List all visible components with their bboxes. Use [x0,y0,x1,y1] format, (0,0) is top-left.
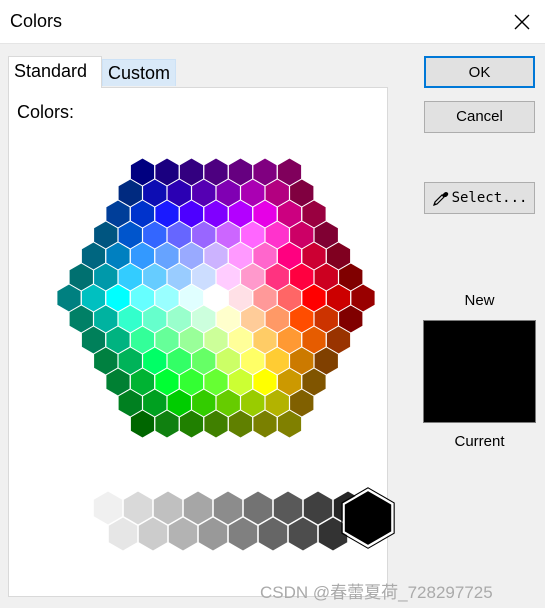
eyedropper-icon [432,192,448,206]
cancel-button[interactable]: Cancel [424,101,535,133]
window-title: Colors [10,11,63,31]
colors-label: Colors: [17,102,75,122]
new-label: New [464,292,495,309]
watermark: CSDN @春蕾夏荷_728297725 [260,583,493,602]
close-button[interactable] [499,0,545,44]
select-button-label: Select... [451,190,528,206]
tab-custom[interactable]: Custom [102,59,176,86]
close-icon [514,14,530,30]
title-bar: Colors [0,0,545,44]
color-preview [423,320,536,423]
select-button[interactable]: Select... [424,182,535,214]
current-label: Current [454,433,505,450]
ok-button[interactable]: OK [424,56,535,88]
tab-standard[interactable]: Standard [8,56,102,88]
